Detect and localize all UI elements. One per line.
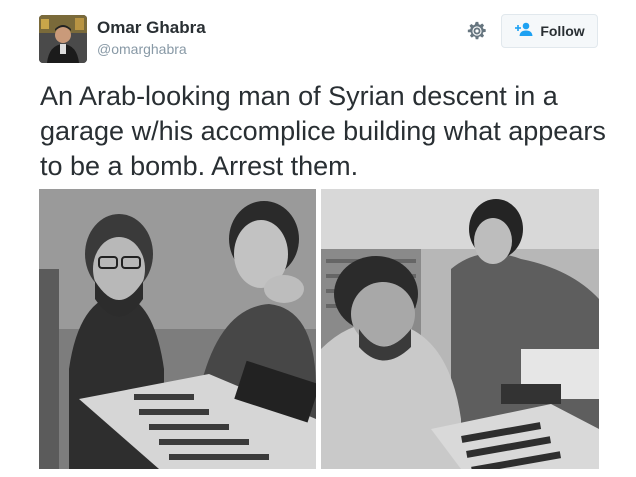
photo-image-2 [321,189,599,469]
gear-icon[interactable] [466,20,488,42]
tweet-photo-1[interactable] [39,189,316,469]
user-name[interactable]: Omar Ghabra [97,18,206,38]
avatar[interactable] [39,15,87,63]
photo-image-1 [39,189,316,469]
follow-label: Follow [540,23,585,39]
tweet-photo-2[interactable] [321,189,599,469]
tweet-text: An Arab-looking man of Syrian descent in… [40,81,606,181]
user-handle[interactable]: @omarghabra [97,41,187,57]
avatar-image [39,15,87,63]
tweet-card: Omar Ghabra @omarghabra Follow An Arab-l [0,0,636,477]
follow-button[interactable]: Follow [501,14,598,48]
add-user-icon [514,21,534,42]
